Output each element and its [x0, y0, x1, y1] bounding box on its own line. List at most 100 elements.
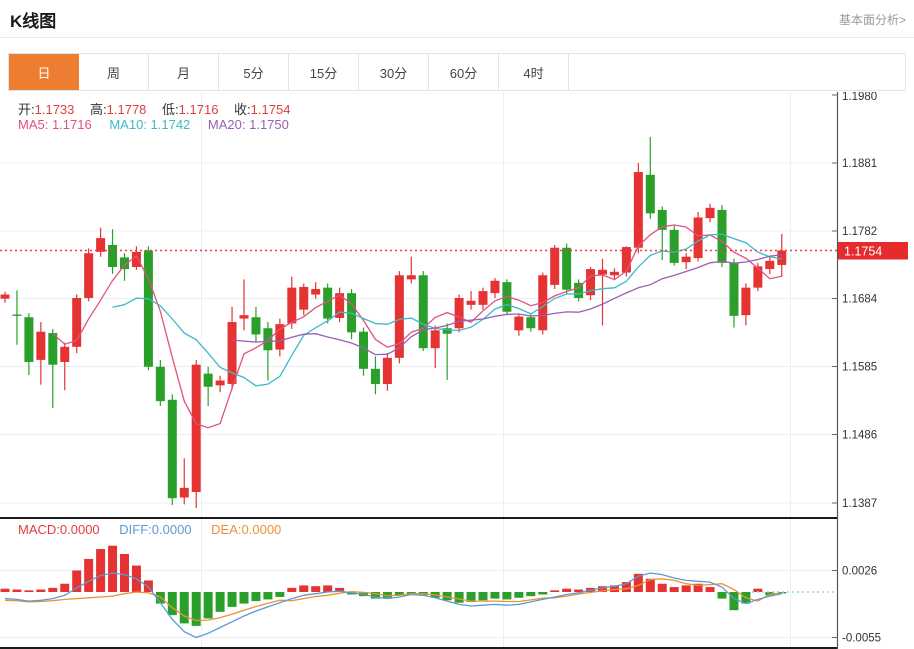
tab-5min[interactable]: 5分	[219, 54, 289, 90]
ma20-value: MA20: 1.1750	[208, 117, 289, 132]
main-candlestick-chart[interactable]: 1.1980 1.1881 1.1782 1.1684 1.1585 1.148…	[0, 92, 914, 517]
candle[interactable]	[359, 328, 368, 376]
candle[interactable]	[36, 322, 45, 385]
candle[interactable]	[634, 163, 643, 253]
low-label: 低:	[162, 102, 179, 117]
open-label: 开:	[18, 102, 35, 117]
tab-15min[interactable]: 15分	[289, 54, 359, 90]
price-axis-labels: 1.1980 1.1881 1.1782 1.1684 1.1585 1.148…	[842, 92, 878, 510]
candle[interactable]	[275, 319, 284, 357]
candle[interactable]	[371, 356, 380, 394]
candle[interactable]	[479, 288, 488, 310]
price-axis	[832, 92, 838, 517]
diff-value: DIFF:0.0000	[119, 522, 191, 537]
candle[interactable]	[467, 291, 476, 310]
candle[interactable]	[694, 212, 703, 262]
svg-text:1.1782: 1.1782	[842, 226, 877, 238]
candle[interactable]	[455, 295, 464, 333]
candle[interactable]	[1, 292, 10, 303]
macd-bar	[670, 587, 679, 592]
svg-text:1.1486: 1.1486	[842, 430, 877, 442]
svg-text:1.1980: 1.1980	[842, 92, 877, 103]
candle[interactable]	[228, 307, 237, 390]
candle[interactable]	[729, 259, 738, 328]
candle[interactable]	[48, 329, 57, 408]
candle[interactable]	[335, 288, 344, 322]
tab-4hour[interactable]: 4时	[499, 54, 569, 90]
svg-text:1.1585: 1.1585	[842, 362, 877, 374]
candle[interactable]	[216, 376, 225, 393]
candle[interactable]	[263, 322, 272, 380]
macd-bar	[502, 592, 511, 599]
candle[interactable]	[407, 257, 416, 284]
macd-bar	[550, 590, 559, 592]
candle[interactable]	[562, 244, 571, 295]
candle[interactable]	[419, 271, 428, 351]
candle[interactable]	[168, 394, 177, 505]
svg-text:1.1684: 1.1684	[842, 294, 878, 306]
tab-month[interactable]: 月	[149, 54, 219, 90]
macd-bar	[455, 592, 464, 603]
svg-text:0.0026: 0.0026	[842, 566, 877, 578]
candle[interactable]	[204, 367, 213, 406]
tab-30min[interactable]: 30分	[359, 54, 429, 90]
candle[interactable]	[706, 204, 715, 223]
ma-info: MA5: 1.1716 MA10: 1.1742 MA20: 1.1750	[18, 117, 289, 132]
candle[interactable]	[741, 284, 750, 326]
macd-bar	[562, 589, 571, 592]
candle[interactable]	[765, 257, 774, 274]
macd-bar	[490, 592, 499, 599]
candle[interactable]	[670, 226, 679, 266]
macd-bar	[706, 587, 715, 592]
candle[interactable]	[383, 353, 392, 391]
macd-bar	[323, 585, 332, 592]
current-price-tag: 1.1754	[838, 242, 908, 260]
candle[interactable]	[156, 360, 165, 406]
candle[interactable]	[144, 246, 153, 370]
kline-page: K线图 基本面分析> 日 周 月 5分 15分 30分 60分 4时 开:1.1…	[0, 0, 914, 649]
candle[interactable]	[550, 245, 559, 289]
fundamental-analysis-link[interactable]: 基本面分析>	[839, 11, 906, 28]
candle[interactable]	[120, 253, 129, 281]
candle[interactable]	[646, 137, 655, 219]
period-tabbar: 日 周 月 5分 15分 30分 60分 4时	[8, 53, 906, 91]
macd-bar	[108, 546, 117, 592]
macd-bar	[538, 592, 547, 594]
tab-day[interactable]: 日	[9, 54, 79, 90]
candle[interactable]	[84, 248, 93, 301]
candle[interactable]	[598, 259, 607, 326]
macd-bar	[287, 588, 296, 592]
close-label: 收:	[234, 102, 251, 117]
candle[interactable]	[240, 279, 249, 330]
candle[interactable]	[753, 263, 762, 291]
candle[interactable]	[24, 313, 33, 375]
macd-bar	[228, 592, 237, 607]
tab-week[interactable]: 周	[79, 54, 149, 90]
candle[interactable]	[192, 360, 201, 508]
candle[interactable]	[251, 307, 260, 343]
candle[interactable]	[108, 229, 117, 274]
macd-bar	[180, 592, 189, 623]
svg-text:-0.0055: -0.0055	[842, 633, 881, 645]
candle[interactable]	[180, 458, 189, 504]
candle[interactable]	[586, 267, 595, 300]
candle[interactable]	[72, 295, 81, 353]
tab-60min[interactable]: 60分	[429, 54, 499, 90]
candle[interactable]	[96, 228, 105, 257]
title-divider	[0, 37, 914, 38]
macd-axis-labels: 0.0026 -0.0055	[842, 566, 881, 645]
candle[interactable]	[431, 325, 440, 368]
svg-text:1.1387: 1.1387	[842, 498, 877, 510]
candle[interactable]	[311, 282, 320, 299]
candle[interactable]	[682, 253, 691, 269]
ma5-value: MA5: 1.1716	[18, 117, 92, 132]
ma10-value: MA10: 1.1742	[109, 117, 190, 132]
macd-bar	[216, 592, 225, 612]
candle[interactable]	[514, 314, 523, 336]
macd-bar	[12, 590, 21, 592]
macd-bar	[275, 592, 284, 597]
candle[interactable]	[443, 323, 452, 379]
macd-bar	[263, 592, 272, 599]
candle[interactable]	[299, 284, 308, 316]
candle[interactable]	[490, 278, 499, 298]
